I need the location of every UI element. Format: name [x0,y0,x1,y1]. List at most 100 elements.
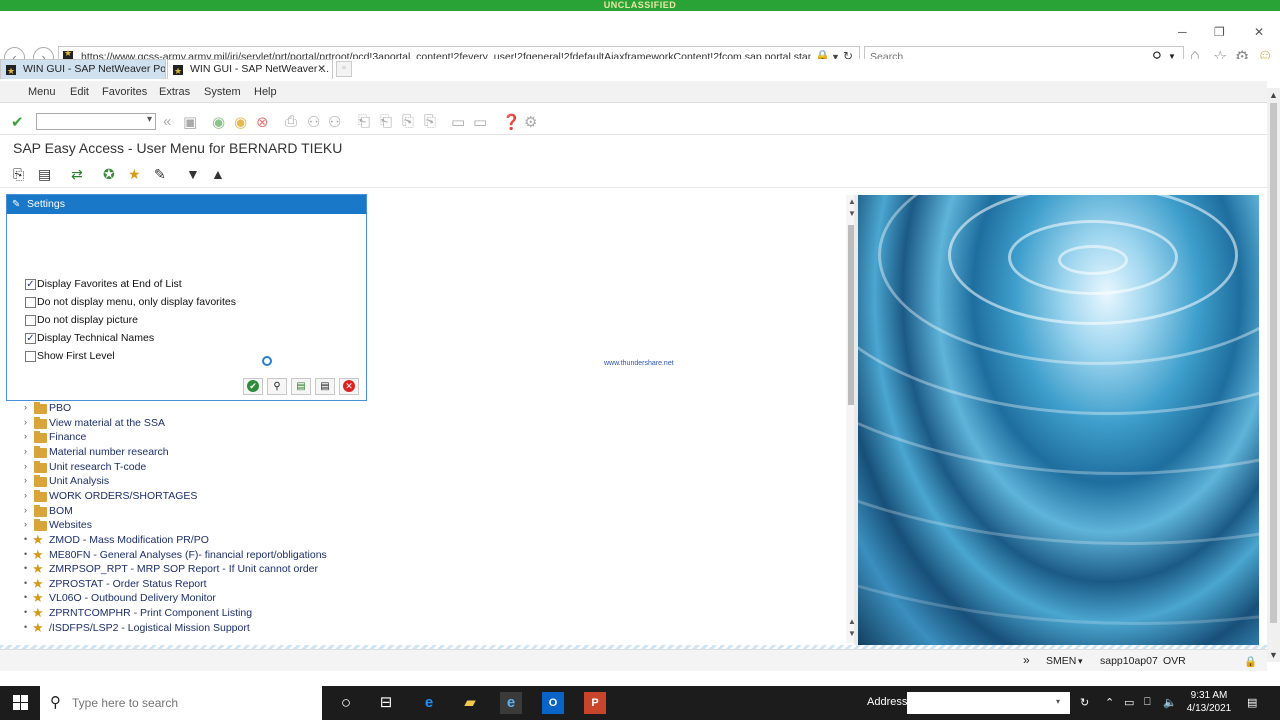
new-tab-button[interactable]: ▫ [336,61,352,77]
back-green-icon[interactable]: ◉ [212,113,225,131]
watermark-text: www.thundershare.net [604,360,674,367]
edit-favorite-icon[interactable]: ★ [128,166,141,183]
menu-menu[interactable]: Menu [28,86,56,98]
close-window-icon[interactable]: ✕ [1254,25,1264,39]
edge-icon[interactable]: e [418,692,440,714]
clock-date: 4/13/2021 [1186,703,1232,714]
next-page-icon[interactable]: ⎘ [402,113,414,130]
new-session-icon[interactable]: ▭ [451,113,465,131]
chevron-down-icon[interactable]: ▾ [1078,656,1083,667]
chevron-down-icon[interactable]: ▾ [147,114,152,125]
address-toolbar-input[interactable] [907,692,1070,714]
find-button[interactable]: ⚲ [267,378,287,395]
tab-close-icon[interactable]: ✕ [317,60,326,79]
taskbar-clock[interactable]: 9:31 AM 4/13/2021 [1184,689,1234,715]
scroll-thumb[interactable] [1270,103,1277,623]
expand-icon[interactable]: › [24,461,27,471]
menu-system[interactable]: System [204,86,241,98]
move-down-icon[interactable]: ▼ [186,166,200,182]
first-page-icon[interactable]: ⎗ [358,113,370,130]
checkbox[interactable] [25,297,36,308]
pencil-icon[interactable]: ✎ [154,166,166,183]
expand-icon[interactable]: › [24,446,27,456]
double-chevron-left-icon[interactable]: « [163,113,171,130]
menu-edit[interactable]: Edit [70,86,89,98]
cortana-icon[interactable]: ○ [335,692,357,714]
taskbar-search[interactable]: ⚲ [40,686,322,720]
easy-access-picture [858,195,1259,645]
tree-item-label: Unit research T-code [49,460,147,473]
expand-icon[interactable]: › [24,490,27,500]
tab-label: WIN GUI - SAP NetWeaver ... [190,63,330,75]
add-favorite-icon[interactable]: ✪ [103,166,115,183]
busy-cursor-icon [262,356,272,366]
chevron-down-icon[interactable]: ▾ [1056,697,1060,706]
network-icon[interactable]: ⎕ [1144,696,1151,709]
shortcut-icon[interactable]: ▭ [473,113,487,131]
tree-item-label: Material number research [49,445,169,458]
maximize-icon[interactable]: ❐ [1214,25,1225,39]
notifications-icon[interactable]: ▤ [1247,696,1257,709]
scroll-up-icon[interactable]: ▲ [1269,90,1278,100]
battery-icon[interactable]: ▭ [1124,696,1134,709]
checkbox[interactable]: ✓ [25,279,36,290]
option-label: Display Favorites at End of List [37,278,182,290]
bullet-icon: • [24,592,28,603]
expand-icon[interactable]: › [24,519,27,529]
checkbox[interactable] [25,315,36,326]
checkbox[interactable]: ✓ [25,333,36,344]
outlook-icon[interactable]: O [542,692,564,714]
favorite-star-icon: ★ [32,546,44,562]
command-field[interactable]: ▾ [36,113,156,130]
checkbox[interactable] [25,351,36,362]
refresh-icon[interactable]: ↻ [1080,696,1089,709]
menu-extras[interactable]: Extras [159,86,190,98]
user-menu-icon[interactable]: ⎘ [13,166,24,183]
deselect-button[interactable]: ▤ [315,378,335,395]
expand-status-icon[interactable]: » [1023,653,1030,667]
page-title: SAP Easy Access - User Menu for BERNARD … [13,140,343,156]
last-page-icon[interactable]: ⎘ [424,113,436,130]
find-next-icon[interactable]: ⚇ [328,113,341,131]
expand-icon[interactable]: › [24,402,27,412]
other-menu-icon[interactable]: ⇄ [71,166,83,183]
help-icon[interactable]: ❓ [502,113,521,131]
select-all-button[interactable]: ▤ [291,378,311,395]
tab-winguiportal-2[interactable]: WIN GUI - SAP NetWeaver ... ✕ [167,59,333,79]
menu-favorites[interactable]: Favorites [102,86,147,98]
enter-icon[interactable]: ✔ [11,113,24,131]
save-icon[interactable]: ▣ [183,113,197,131]
file-explorer-icon[interactable]: ▰ [459,692,481,714]
volume-icon[interactable]: 🔈 [1163,696,1177,709]
lock-icon[interactable]: 🔒 [1244,655,1257,668]
folder-icon [34,475,47,488]
scroll-down-icon[interactable]: ▼ [1269,650,1278,660]
print-icon[interactable]: ⎙ [285,113,297,130]
move-up-icon[interactable]: ▲ [211,166,225,182]
expand-icon[interactable]: › [24,417,27,427]
minimize-icon[interactable]: ─ [1178,25,1187,39]
internet-explorer-icon[interactable]: e [500,692,522,714]
menu-help[interactable]: Help [254,86,277,98]
page-scrollbar[interactable]: ▲ ▼ [1267,88,1280,662]
cancel-icon[interactable]: ⊗ [256,113,269,131]
exit-icon[interactable]: ◉ [234,113,247,131]
windows-start-icon[interactable] [13,695,28,710]
input-mode[interactable]: OVR [1163,655,1186,667]
task-view-icon[interactable]: ⊟ [375,692,397,714]
tray-overflow-icon[interactable]: ⌃ [1105,696,1114,709]
confirm-button[interactable]: ✔ [243,378,263,395]
tree-item-label: WORK ORDERS/SHORTAGES [49,489,198,502]
sap-menu-icon[interactable]: ▤ [38,166,51,183]
cancel-button[interactable]: ✕ [339,378,359,395]
tab-winguiportal-1[interactable]: WIN GUI - SAP NetWeaver Port... [0,59,166,79]
find-icon[interactable]: ⚇ [307,113,320,131]
address-toolbar-label: Address [867,696,908,708]
expand-icon[interactable]: › [24,431,27,441]
expand-icon[interactable]: › [24,475,27,485]
expand-icon[interactable]: › [24,505,27,515]
powerpoint-icon[interactable]: P [584,692,606,714]
taskbar-search-input[interactable] [72,696,302,710]
previous-page-icon[interactable]: ⎗ [380,113,392,130]
customize-icon[interactable]: ⚙ [524,113,537,131]
